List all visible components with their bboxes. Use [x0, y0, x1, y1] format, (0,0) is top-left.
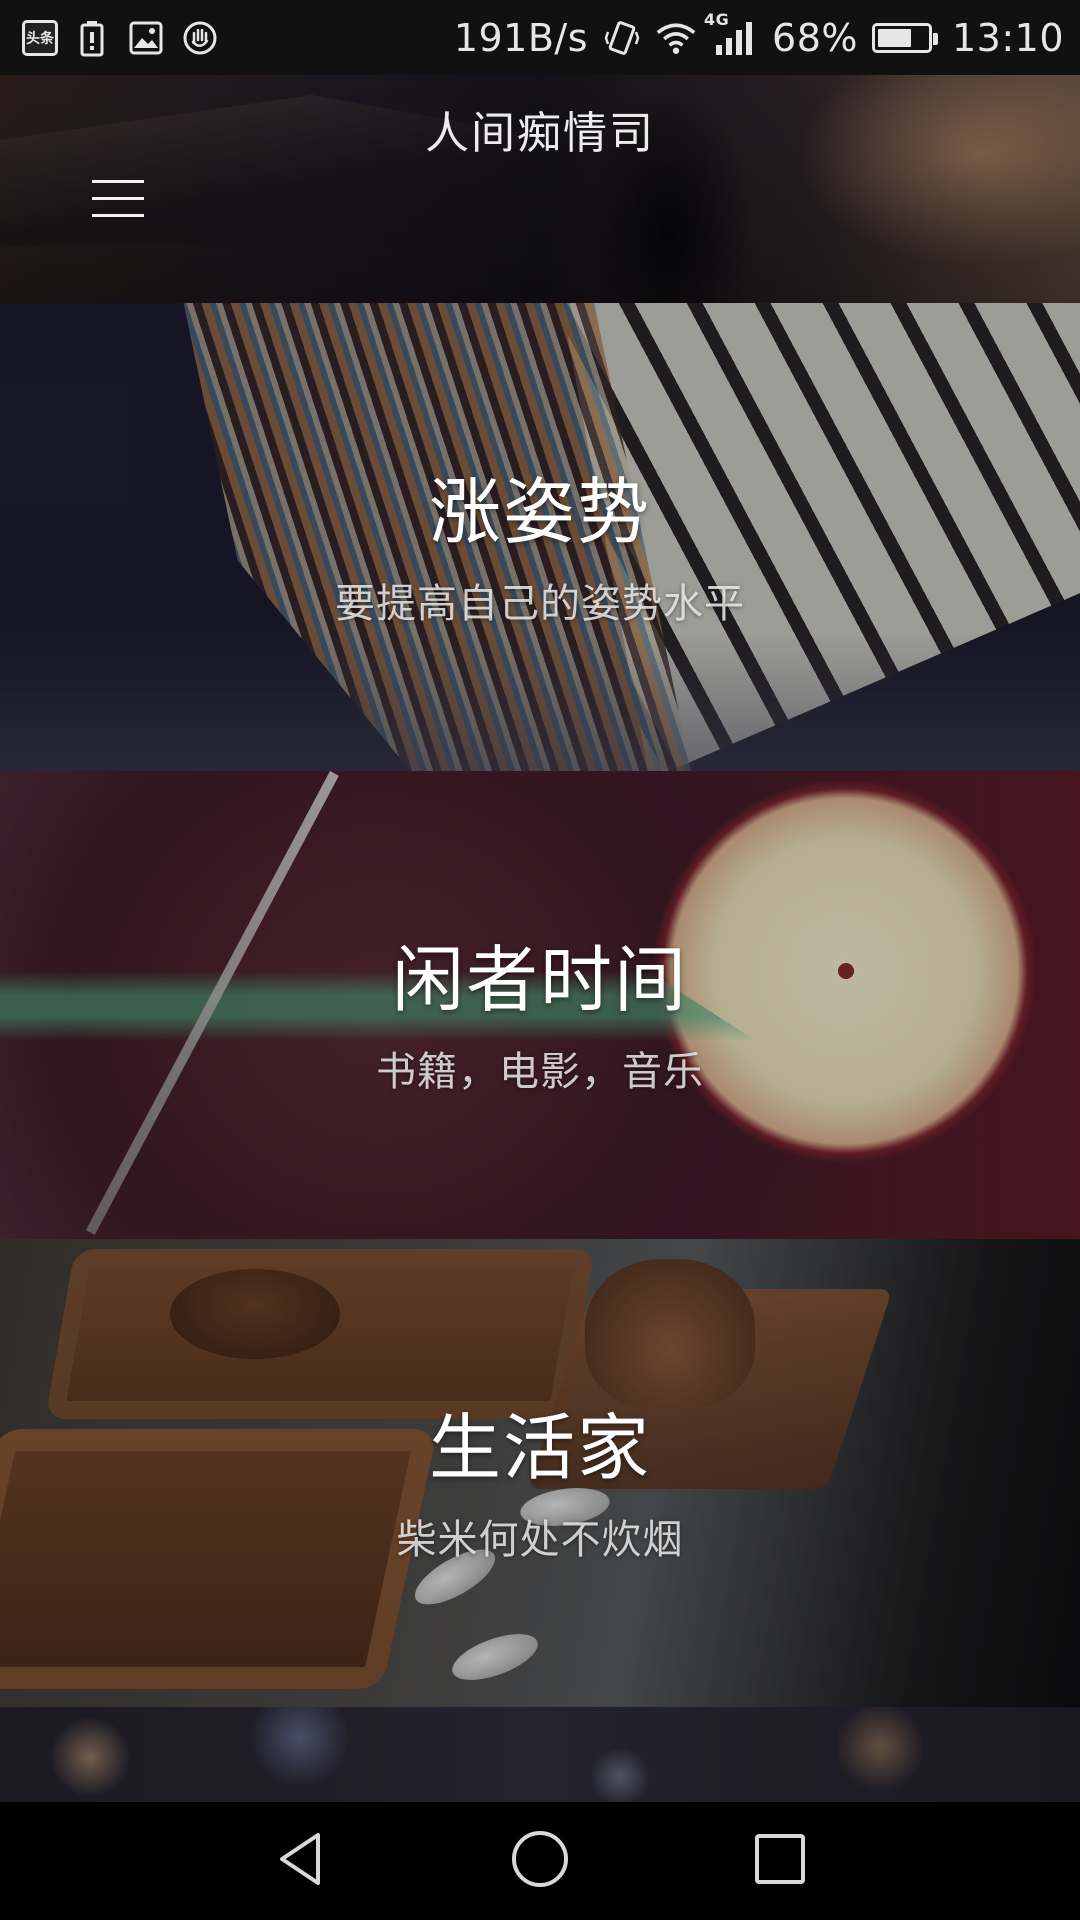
page-title: 人间痴情司	[425, 108, 655, 159]
toutiao-icon: 头条	[22, 19, 58, 56]
card-subtitle: 要提高自己的姿势水平	[335, 581, 745, 627]
card-subtitle: 书籍，电影，音乐	[376, 1049, 704, 1095]
battery-icon	[871, 22, 938, 53]
network-speed: 191B/s	[453, 15, 589, 60]
menu-bar-middle	[92, 196, 144, 200]
status-bar-right: 191B/s 4G 68% 13:10	[453, 10, 1064, 60]
card-title: 闲者时间	[391, 938, 688, 1022]
card-title: 生活家	[428, 1406, 651, 1490]
recent-apps-icon[interactable]	[744, 1823, 816, 1895]
app-header: 人间痴情司	[0, 75, 1080, 303]
battery-level-fill	[877, 28, 911, 47]
wifi-icon	[656, 18, 696, 58]
image-icon	[126, 18, 166, 58]
toutiao-badge-text: 头条	[26, 30, 54, 47]
cellular-signal-icon: 4G	[704, 10, 758, 58]
home-icon[interactable]	[504, 1823, 576, 1895]
back-icon[interactable]	[264, 1823, 336, 1895]
hamburger-menu-icon[interactable]	[84, 170, 152, 226]
card-subtitle: 柴米何处不炊烟	[396, 1517, 684, 1563]
status-bar: 头条 191B/s 4G 68% 13:10	[0, 0, 1080, 75]
vibrate-icon	[602, 18, 642, 58]
bokeh-background	[0, 1707, 1080, 1802]
system-nav-bar	[0, 1802, 1080, 1920]
category-card-xianzheshijian[interactable]: 闲者时间 书籍，电影，音乐	[0, 771, 1080, 1239]
battery-percent: 68%	[772, 15, 858, 60]
category-card-shenghuojia[interactable]: 生活家 柴米何处不炊烟	[0, 1239, 1080, 1707]
card-title: 涨姿势	[428, 470, 651, 554]
network-type: 4G	[704, 9, 730, 29]
menu-bar-top	[92, 179, 144, 183]
menu-bar-bottom	[92, 213, 144, 217]
status-bar-left: 头条	[22, 18, 220, 58]
category-card-partial[interactable]	[0, 1707, 1080, 1802]
hand-icon	[180, 18, 220, 58]
app-screen: 头条 191B/s 4G 68% 13:10 人间痴情司 涨姿势 要提高自己的姿…	[0, 0, 1080, 1920]
clock: 13:10	[951, 15, 1064, 60]
category-card-zhangzishi[interactable]: 涨姿势 要提高自己的姿势水平	[0, 303, 1080, 771]
battery-warning-icon	[72, 18, 112, 58]
